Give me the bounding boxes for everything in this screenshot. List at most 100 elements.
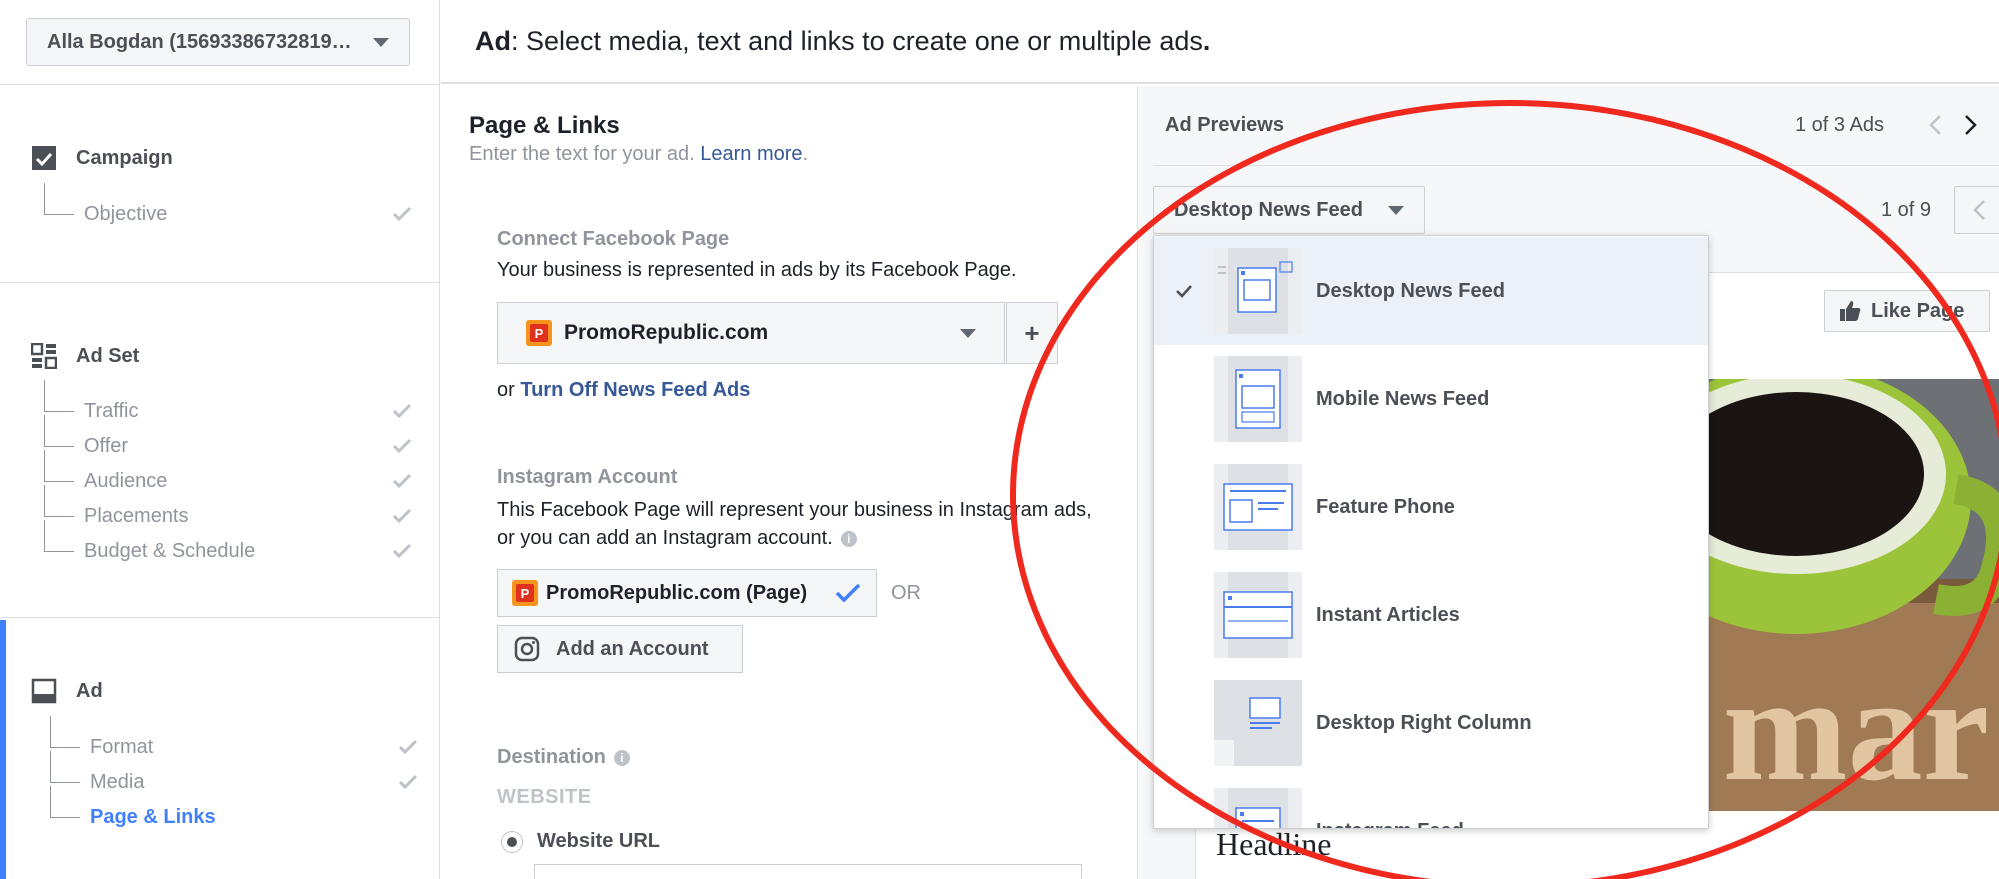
placement-option-label: Feature Phone	[1316, 495, 1455, 518]
sidebar-item-offer[interactable]: Offer	[44, 415, 414, 461]
tree-line	[44, 380, 84, 426]
header-bold: Ad	[475, 25, 511, 56]
sidebar-item-label: Placements	[84, 504, 189, 527]
subtitle-end: .	[802, 143, 809, 165]
info-icon[interactable]: i	[840, 530, 857, 547]
grid-icon	[30, 342, 58, 370]
previous-ad-button[interactable]	[1923, 110, 1947, 140]
info-icon[interactable]: i	[613, 749, 630, 766]
tree-line	[44, 450, 84, 496]
sidebar-item-label: Page & Links	[90, 805, 216, 828]
placement-count: 1 of 9	[1881, 199, 1932, 221]
logo-letter: P	[530, 324, 548, 342]
instant-articles-thumbnail-icon	[1214, 572, 1302, 658]
sidebar: Alla Bogdan (15693386732819… Campaign Ob…	[0, 0, 440, 879]
placement-option-desktop-right-column[interactable]: Desktop Right Column	[1154, 669, 1708, 777]
section-title-campaign: Campaign	[76, 146, 173, 169]
chevron-down-icon	[1388, 205, 1404, 215]
tree-line	[44, 183, 84, 229]
connect-page-label: Connect Facebook Page	[497, 228, 730, 250]
checkbox-icon	[30, 144, 58, 172]
sidebar-item-format[interactable]: Format	[50, 716, 420, 762]
learn-more-link[interactable]: Learn more	[700, 143, 802, 165]
chevron-down-icon	[373, 37, 389, 47]
instagram-page-option[interactable]: P PromoRepublic.com (Page)	[497, 569, 877, 617]
placement-option-feature-phone[interactable]: Feature Phone	[1154, 453, 1708, 561]
next-ad-button[interactable]	[1959, 110, 1983, 140]
add-instagram-account-button[interactable]: Add an Account	[497, 625, 743, 673]
placement-dropdown[interactable]: Desktop News Feed	[1153, 186, 1425, 234]
check-icon	[390, 204, 414, 224]
like-page-button[interactable]: Like Page	[1824, 290, 1990, 332]
promorepublic-logo-icon: P	[526, 320, 552, 346]
checkmark-icon	[835, 583, 861, 603]
instagram-icon	[514, 636, 540, 662]
feature-phone-thumbnail-icon	[1214, 464, 1302, 550]
sidebar-item-budget-schedule[interactable]: Budget & Schedule	[44, 520, 414, 566]
account-selector[interactable]: Alla Bogdan (15693386732819…	[26, 18, 410, 66]
desktop-right-column-thumbnail-icon	[1214, 680, 1302, 766]
check-icon	[1154, 284, 1214, 298]
sidebar-item-label: Format	[90, 735, 154, 758]
placement-option-desktop-news-feed[interactable]: Desktop News Feed	[1154, 237, 1708, 345]
check-icon	[390, 436, 414, 456]
sidebar-item-placements[interactable]: Placements	[44, 485, 414, 531]
instagram-description: This Facebook Page will represent your b…	[497, 496, 1097, 552]
sidebar-item-label: Objective	[84, 202, 168, 225]
preview-header: Ad Previews 1 of 3 Ads	[1153, 86, 1999, 166]
sidebar-item-page-links[interactable]: Page & Links	[50, 786, 420, 832]
placement-option-label: Desktop News Feed	[1316, 279, 1505, 302]
sidebar-item-traffic[interactable]: Traffic	[44, 380, 414, 426]
turn-off-news-feed-link[interactable]: Turn Off News Feed Ads	[520, 379, 750, 401]
tree-line	[50, 751, 90, 797]
previous-placement-button[interactable]	[1954, 186, 1999, 234]
section-ad[interactable]: Ad	[30, 677, 103, 705]
placement-option-label: Instant Articles	[1316, 603, 1460, 626]
tree-line	[44, 485, 84, 531]
tree-line	[50, 786, 90, 832]
divider	[0, 617, 440, 618]
divider	[0, 84, 440, 85]
check-icon	[390, 541, 414, 561]
facebook-page-select[interactable]: P PromoRepublic.com	[497, 302, 1005, 364]
placement-option-label: Desktop Right Column	[1316, 711, 1532, 734]
placement-option-instagram-feed[interactable]: Instagram Feed	[1154, 777, 1708, 828]
chevron-left-icon	[1929, 115, 1941, 135]
sidebar-item-objective[interactable]: Objective	[44, 183, 414, 229]
desktop-news-feed-thumbnail-icon	[1214, 248, 1302, 334]
mobile-news-feed-thumbnail-icon	[1214, 356, 1302, 442]
tree-line	[44, 415, 84, 461]
sidebar-item-label: Media	[90, 770, 145, 793]
section-campaign[interactable]: Campaign	[30, 144, 173, 172]
check-icon	[390, 506, 414, 526]
sidebar-item-audience[interactable]: Audience	[44, 450, 414, 496]
section-ad-set[interactable]: Ad Set	[30, 342, 139, 370]
promorepublic-logo-icon: P	[512, 580, 538, 606]
website-url-radio-row[interactable]: Website URL	[501, 830, 660, 853]
placement-option-mobile-news-feed[interactable]: Mobile News Feed	[1154, 345, 1708, 453]
image-text: mar	[1723, 646, 1990, 811]
page-links-panel: Page & Links Enter the text for your ad.…	[441, 86, 1138, 879]
website-url-radio[interactable]	[501, 830, 523, 853]
instagram-desc-text: This Facebook Page will represent your b…	[497, 499, 1092, 549]
sidebar-item-media[interactable]: Media	[50, 751, 420, 797]
preview-title: Ad Previews	[1165, 114, 1284, 136]
website-url-input[interactable]	[534, 864, 1082, 879]
destination-label: Destination i	[497, 746, 630, 769]
instagram-account-label: Instagram Account	[497, 466, 678, 488]
website-section-label: WEBSITE	[497, 786, 592, 808]
check-icon	[396, 772, 420, 792]
account-name: Alla Bogdan (15693386732819…	[47, 30, 352, 53]
add-page-button[interactable]: +	[1006, 302, 1058, 364]
ad-headline: Headline	[1216, 826, 1332, 862]
header-text: : Select media, text and links to create…	[511, 25, 1203, 56]
tree-line	[44, 520, 84, 566]
tree-line	[50, 716, 90, 762]
placement-option-instant-articles[interactable]: Instant Articles	[1154, 561, 1708, 669]
instagram-page-value: PromoRepublic.com (Page)	[546, 581, 808, 604]
page-select-value: PromoRepublic.com	[564, 321, 769, 344]
check-icon	[390, 471, 414, 491]
active-section-indicator	[0, 620, 6, 879]
placement-option-label: Mobile News Feed	[1316, 387, 1490, 410]
panel-title: Page & Links	[469, 112, 620, 139]
